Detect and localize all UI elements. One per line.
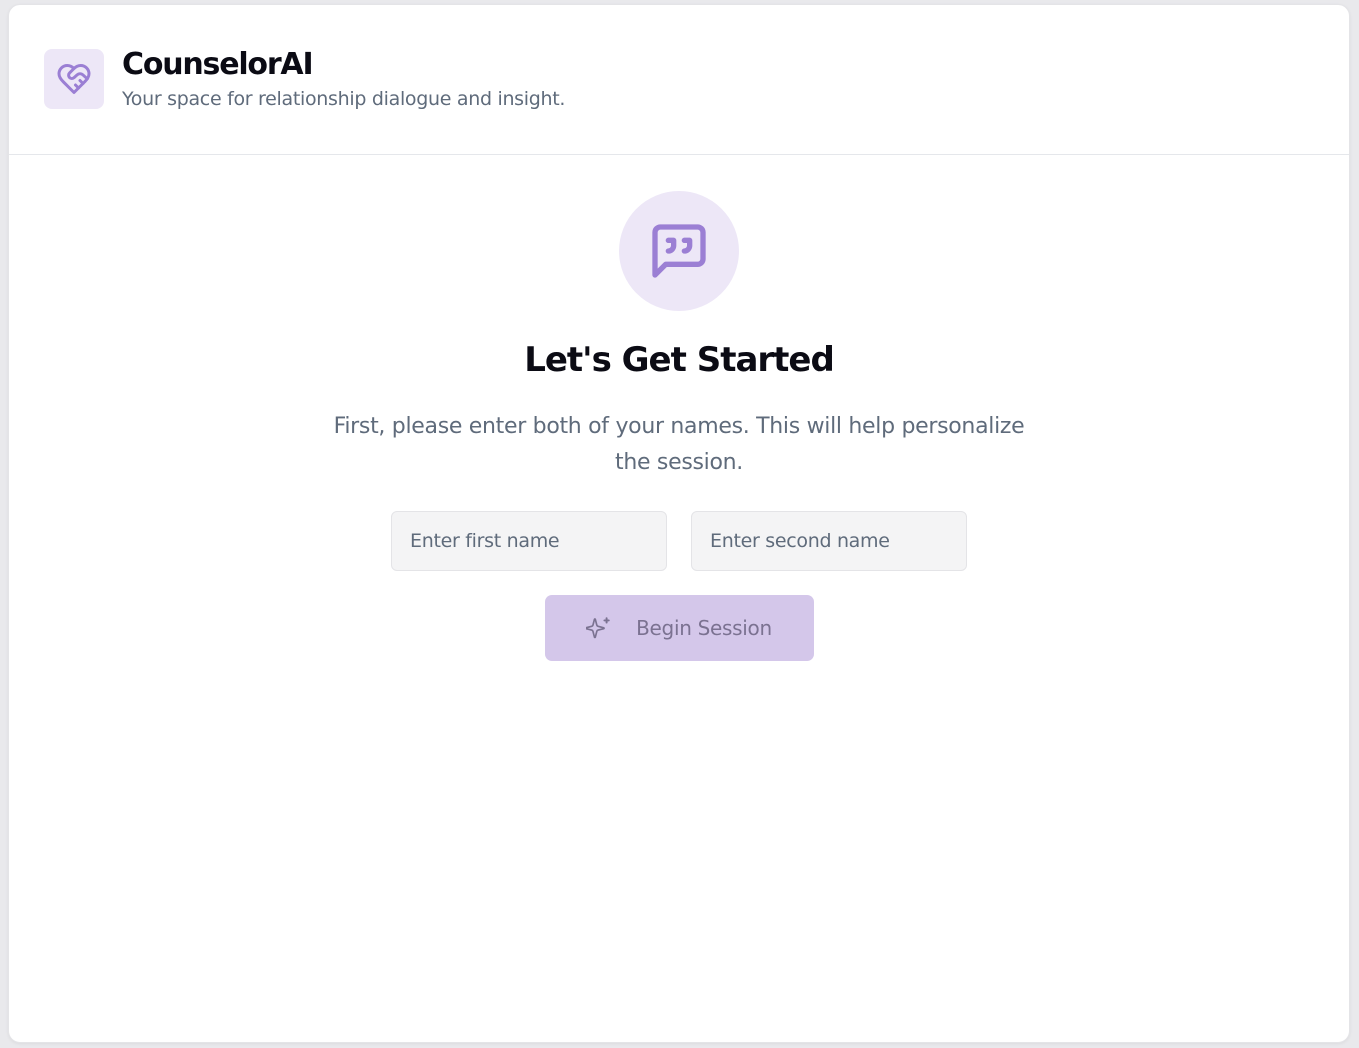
begin-session-button[interactable]: Begin Session xyxy=(544,595,814,661)
app-window: CounselorAI Your space for relationship … xyxy=(8,4,1350,1043)
heart-handshake-icon xyxy=(57,63,91,94)
page-heading: Let's Get Started xyxy=(524,340,835,380)
sparkles-icon xyxy=(586,615,612,641)
app-title: CounselorAI xyxy=(122,46,314,82)
first-name-input[interactable] xyxy=(391,511,667,571)
brand: CounselorAI Your space for relationship … xyxy=(122,47,565,111)
begin-session-label: Begin Session xyxy=(636,616,772,640)
onboarding-panel: Let's Get Started First, please enter bo… xyxy=(9,155,1349,661)
name-inputs xyxy=(391,511,967,571)
hero-icon-circle xyxy=(619,191,739,311)
second-name-input[interactable] xyxy=(691,511,967,571)
app-header: CounselorAI Your space for relationship … xyxy=(9,5,1349,155)
instructions-text: First, please enter both of your names. … xyxy=(333,414,1025,475)
message-quote-icon xyxy=(652,224,706,278)
app-subtitle: Your space for relationship dialogue and… xyxy=(122,87,566,110)
logo xyxy=(44,48,104,109)
